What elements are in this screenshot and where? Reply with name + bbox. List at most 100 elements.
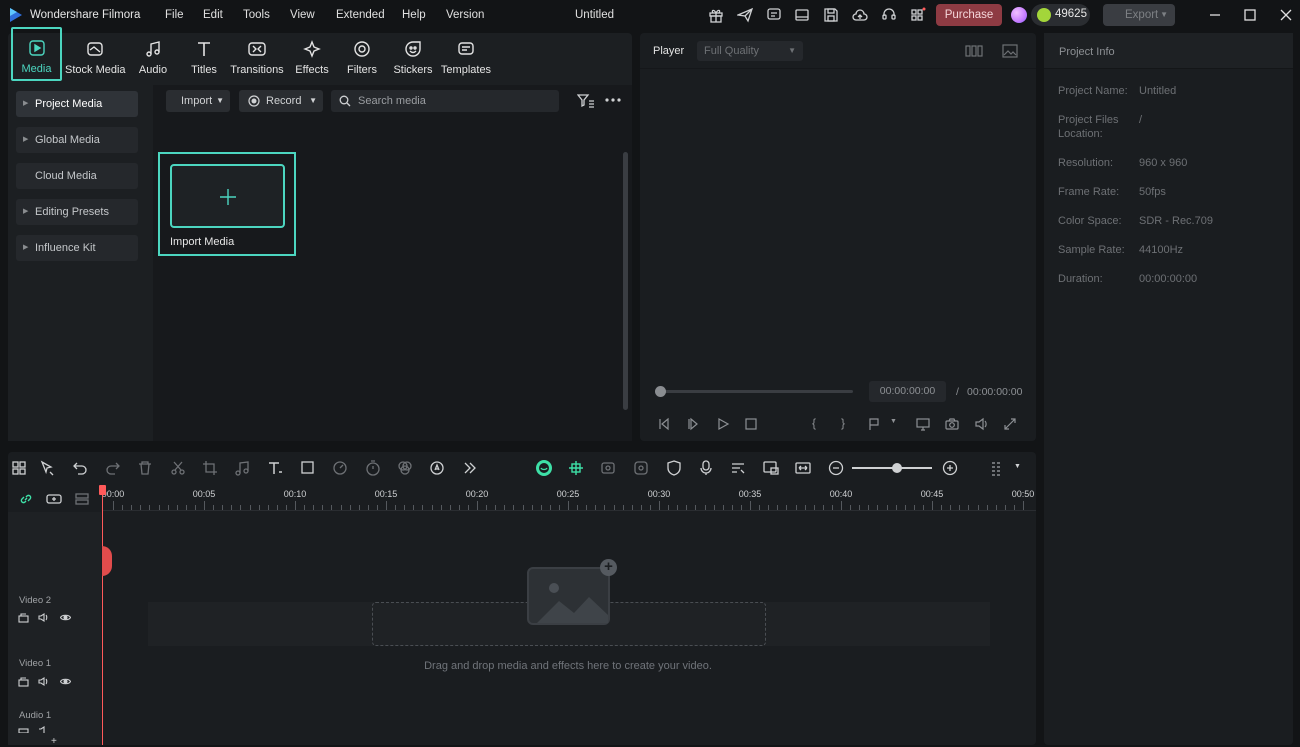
sidebar-item-editing-presets[interactable]: ▶ Editing Presets <box>16 199 138 225</box>
sidebar-item-project-media[interactable]: ▶ Project Media <box>16 91 138 117</box>
quality-dropdown[interactable]: Full Quality ▼ <box>697 41 803 61</box>
import-media-tile[interactable] <box>170 164 285 228</box>
zoom-in-icon[interactable] <box>942 460 958 476</box>
drag-handle-icon[interactable] <box>988 460 1004 476</box>
redo-icon[interactable] <box>105 460 121 476</box>
snapshot-image-icon[interactable] <box>1002 44 1018 58</box>
import-dropdown[interactable]: Import ▼ <box>166 90 230 112</box>
playhead-handle[interactable] <box>99 485 106 495</box>
send-icon[interactable] <box>737 7 753 23</box>
add-track-plus-icon[interactable]: + <box>51 736 57 747</box>
menu-view[interactable]: View <box>290 9 315 21</box>
folder-lock-icon[interactable] <box>18 612 29 623</box>
tab-media[interactable]: Media <box>11 27 62 81</box>
menu-edit[interactable]: Edit <box>203 9 223 21</box>
menu-file[interactable]: File <box>165 9 184 21</box>
menu-tools[interactable]: Tools <box>243 9 270 21</box>
timeline-ruler[interactable]: 00:00 00:05 00:10 00:15 00:20 00:25 00:30 00:35… <box>102 485 1036 511</box>
zoom-slider-knob[interactable] <box>892 463 902 473</box>
text-add-icon[interactable] <box>267 460 283 476</box>
speed-icon[interactable] <box>332 460 348 476</box>
mark-in-icon[interactable]: { <box>812 416 816 430</box>
avatar[interactable] <box>1011 7 1027 23</box>
folder-lock-icon[interactable] <box>18 676 29 687</box>
layout-icon[interactable] <box>794 7 810 23</box>
filter-sort-icon[interactable] <box>577 93 595 109</box>
more-tools-chevron-icon[interactable] <box>462 460 478 476</box>
purchase-button[interactable]: Purchase <box>936 4 1002 26</box>
speaker-icon[interactable] <box>38 726 49 733</box>
playback-progress-knob[interactable] <box>655 386 666 397</box>
sidebar-item-cloud-media[interactable]: Cloud Media <box>16 163 138 189</box>
eye-icon[interactable] <box>60 612 71 623</box>
save-icon[interactable] <box>823 7 839 23</box>
mark-out-icon[interactable]: } <box>841 416 845 430</box>
tab-stock-media[interactable]: Stock Media <box>65 33 126 81</box>
ai-companion-icon[interactable] <box>535 459 553 477</box>
tab-templates[interactable]: Templates <box>439 33 493 81</box>
delete-trash-icon[interactable] <box>137 460 153 476</box>
sidebar-item-influence-kit[interactable]: ▶ Influence Kit <box>16 235 138 261</box>
tab-transitions[interactable]: Transitions <box>229 33 285 81</box>
chevron-down-icon[interactable]: ▼ <box>890 418 897 425</box>
layout-grid-icon[interactable] <box>11 460 27 476</box>
grid-view-icon[interactable] <box>965 45 983 57</box>
speaker-icon[interactable] <box>38 612 49 623</box>
picture-in-picture-icon[interactable] <box>763 460 779 476</box>
sidebar-item-global-media[interactable]: ▶ Global Media <box>16 127 138 153</box>
display-monitor-icon[interactable] <box>916 417 930 431</box>
close-icon[interactable] <box>1278 7 1294 23</box>
feedback-icon[interactable] <box>766 7 782 23</box>
menu-version[interactable]: Version <box>446 9 484 21</box>
auto-reframe-icon[interactable] <box>600 460 616 476</box>
ai-tools-icon[interactable] <box>429 460 445 476</box>
menu-extended[interactable]: Extended <box>336 9 385 21</box>
apps-icon[interactable] <box>910 7 926 23</box>
undo-icon[interactable] <box>72 460 88 476</box>
minimize-icon[interactable] <box>1207 7 1223 23</box>
volume-icon[interactable] <box>974 417 988 431</box>
cloud-upload-icon[interactable] <box>852 7 868 23</box>
tab-audio[interactable]: Audio <box>132 33 174 81</box>
audio-edit-icon[interactable] <box>234 460 250 476</box>
camera-snapshot-icon[interactable] <box>945 417 959 431</box>
previous-frame-icon[interactable] <box>657 417 671 431</box>
record-dropdown[interactable]: Record ▼ <box>239 90 323 112</box>
tab-effects[interactable]: Effects <box>291 33 333 81</box>
scissors-icon[interactable] <box>170 460 186 476</box>
snap-magnet-icon[interactable] <box>568 460 584 476</box>
play-frame-icon[interactable] <box>686 417 700 431</box>
fullscreen-expand-icon[interactable] <box>1003 417 1017 431</box>
maximize-icon[interactable] <box>1242 7 1258 23</box>
support-icon[interactable] <box>881 7 897 23</box>
chevron-down-icon[interactable]: ▼ <box>1014 463 1021 470</box>
track-manager-icon[interactable] <box>75 492 89 506</box>
microphone-icon[interactable] <box>698 460 714 476</box>
shape-rectangle-icon[interactable] <box>300 460 316 476</box>
tab-stickers[interactable]: Stickers <box>391 33 435 81</box>
search-input[interactable]: Search media <box>331 90 559 112</box>
menu-help[interactable]: Help <box>402 9 426 21</box>
import-media-card[interactable]: Import Media <box>158 152 296 256</box>
media-scrollbar[interactable] <box>623 152 628 410</box>
play-icon[interactable] <box>716 417 730 431</box>
fit-width-icon[interactable] <box>795 460 811 476</box>
link-icon[interactable] <box>19 492 33 506</box>
folder-lock-icon[interactable] <box>18 726 29 733</box>
color-icon[interactable] <box>397 460 413 476</box>
zoom-out-icon[interactable] <box>828 460 844 476</box>
shield-icon[interactable] <box>666 460 682 476</box>
credits-badge[interactable]: 49625 <box>1031 4 1090 26</box>
playback-progress-track[interactable] <box>660 390 853 393</box>
gift-icon[interactable] <box>708 7 724 23</box>
playhead-marker[interactable] <box>102 546 112 576</box>
more-options-icon[interactable] <box>605 97 621 103</box>
eye-icon[interactable] <box>60 676 71 687</box>
tab-filters[interactable]: Filters <box>341 33 383 81</box>
subtitle-icon[interactable] <box>730 460 746 476</box>
motion-track-icon[interactable] <box>633 460 649 476</box>
export-button[interactable]: Export ▼ <box>1103 4 1175 26</box>
tab-titles[interactable]: Titles <box>183 33 225 81</box>
stop-icon[interactable] <box>744 417 758 431</box>
timer-icon[interactable] <box>365 460 381 476</box>
